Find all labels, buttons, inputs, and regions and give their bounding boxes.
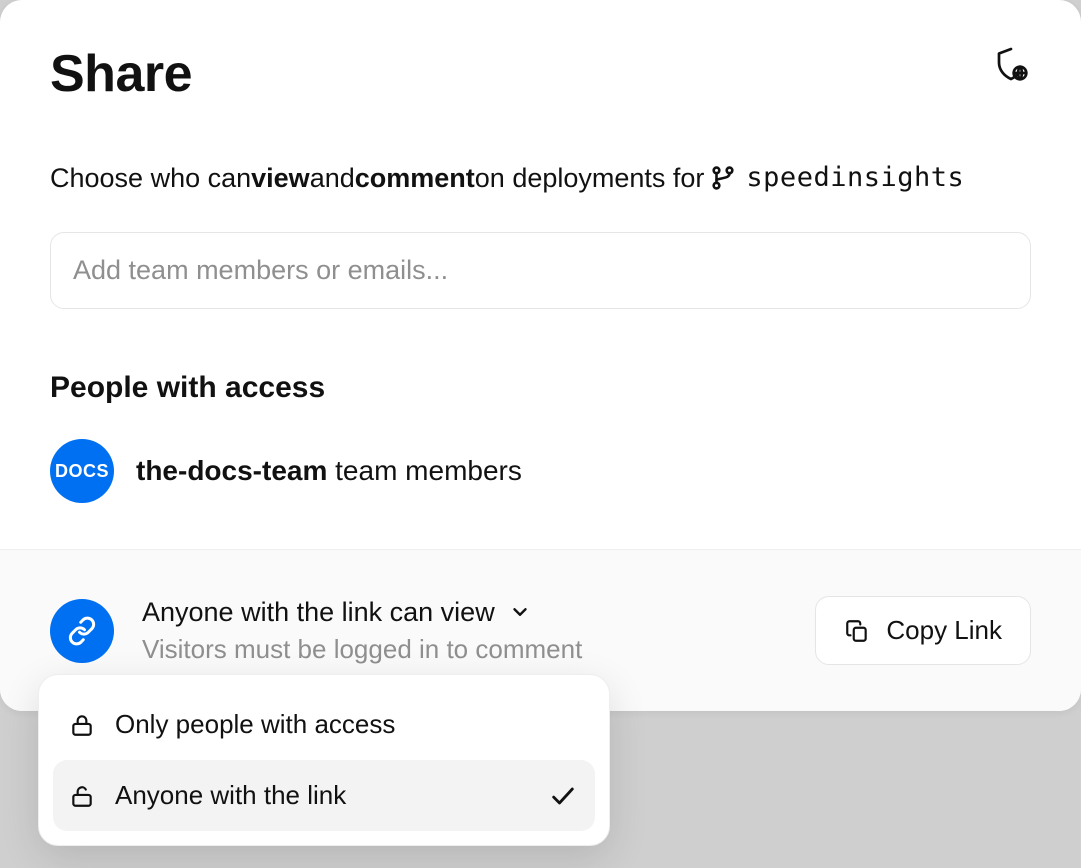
permission-subtext: Visitors must be logged in to comment bbox=[142, 634, 582, 665]
team-avatar: DOCS bbox=[50, 439, 114, 503]
shield-globe-button[interactable] bbox=[991, 44, 1031, 84]
desc-suffix: on deployments for bbox=[475, 160, 705, 196]
copy-icon bbox=[844, 618, 870, 644]
dropdown-option-only-access[interactable]: Only people with access bbox=[53, 689, 595, 760]
lock-closed-icon bbox=[69, 712, 95, 738]
team-suffix: team members bbox=[327, 455, 522, 486]
chevron-down-icon bbox=[509, 601, 531, 623]
permission-current: Anyone with the link can view bbox=[142, 597, 495, 628]
link-icon bbox=[67, 616, 97, 646]
branch-icon bbox=[710, 165, 736, 191]
team-label: the-docs-team team members bbox=[136, 455, 522, 487]
modal-description: Choose who can view and comment on deplo… bbox=[50, 160, 1031, 196]
dropdown-option-label: Only people with access bbox=[115, 709, 395, 740]
permission-selector[interactable]: Anyone with the link can view bbox=[142, 597, 582, 628]
desc-prefix: Choose who can bbox=[50, 160, 251, 196]
share-modal: Share Choose who can view and comment on… bbox=[0, 0, 1081, 711]
permission-dropdown: Only people with access Anyone with the … bbox=[38, 674, 610, 846]
desc-mid: and bbox=[310, 160, 355, 196]
branch-name: speedinsights bbox=[746, 160, 964, 196]
access-member-row: DOCS the-docs-team team members bbox=[50, 439, 1031, 503]
check-icon bbox=[549, 782, 577, 810]
copy-link-label: Copy Link bbox=[886, 615, 1002, 646]
team-name: the-docs-team bbox=[136, 455, 327, 486]
lock-open-icon bbox=[69, 783, 95, 809]
access-heading: People with access bbox=[50, 371, 1031, 405]
add-members-input[interactable] bbox=[50, 232, 1031, 309]
copy-link-button[interactable]: Copy Link bbox=[815, 596, 1031, 665]
desc-comment-word: comment bbox=[355, 160, 475, 196]
modal-title: Share bbox=[50, 44, 192, 104]
avatar-label: DOCS bbox=[55, 461, 109, 482]
desc-view-word: view bbox=[251, 160, 310, 196]
dropdown-option-label: Anyone with the link bbox=[115, 780, 346, 811]
shield-globe-icon bbox=[993, 46, 1029, 82]
dropdown-option-anyone-link[interactable]: Anyone with the link bbox=[53, 760, 595, 831]
link-badge bbox=[50, 599, 114, 663]
